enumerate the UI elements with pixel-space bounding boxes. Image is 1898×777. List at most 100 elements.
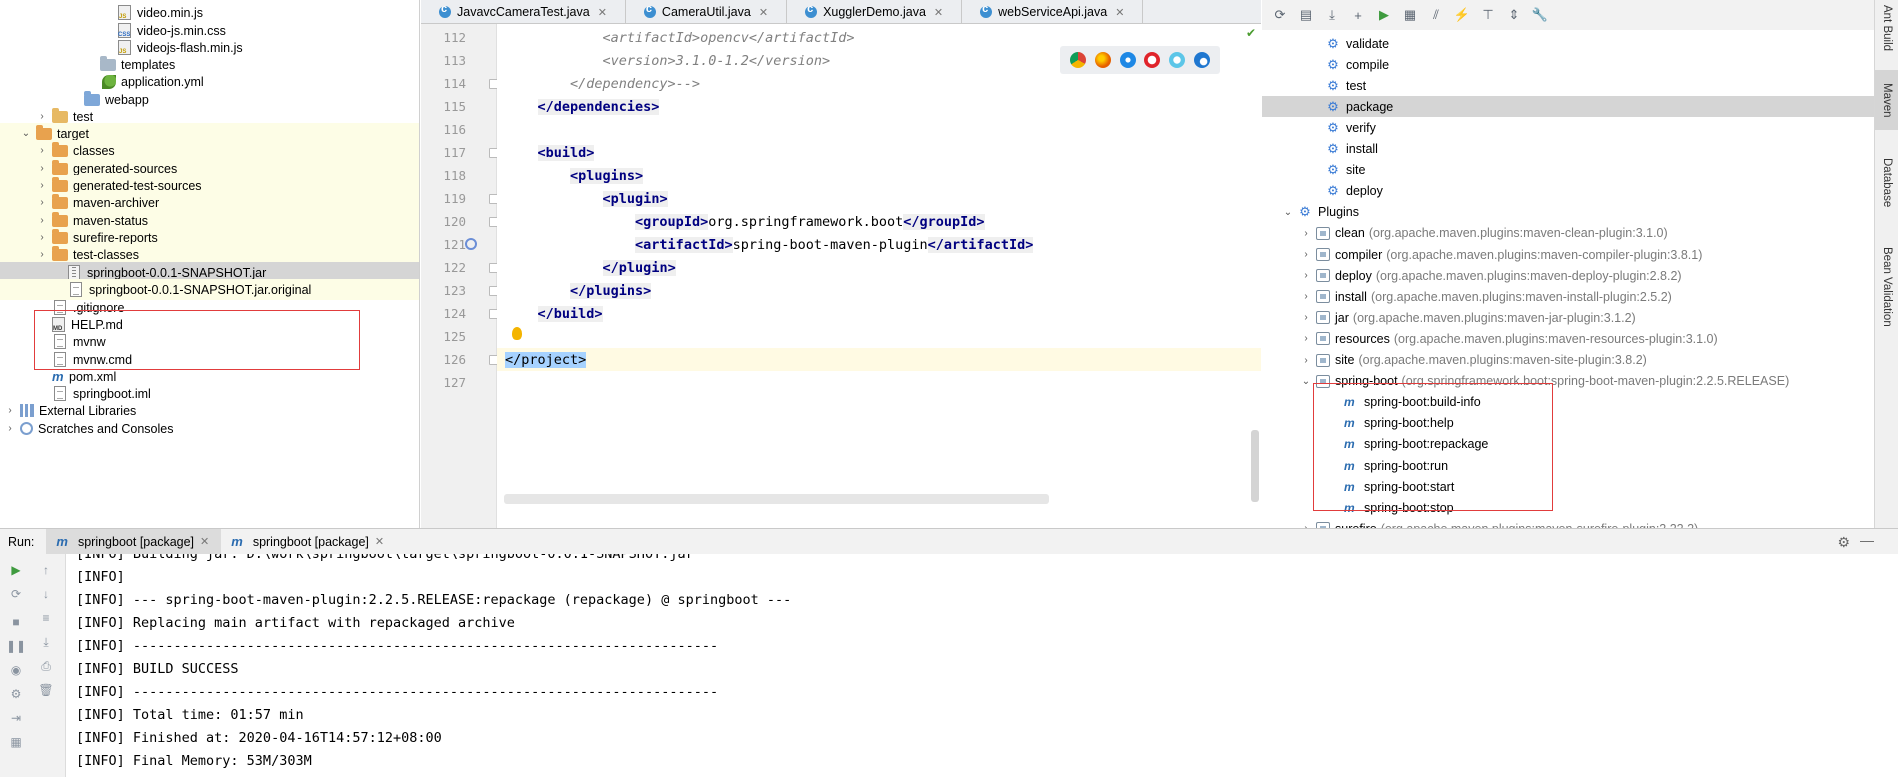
run-configuration-icon[interactable]: ▦ — [1400, 5, 1420, 25]
spring-bean-gutter-icon[interactable] — [465, 238, 477, 250]
settings-icon[interactable]: ⚙ — [6, 684, 26, 704]
maven-tree-item[interactable]: › install (org.apache.maven.plugins:maven-… — [1262, 286, 1874, 307]
maven-tree-item[interactable]: ⚙ compile — [1262, 54, 1874, 75]
chevron-right-icon[interactable]: › — [36, 180, 48, 192]
soft-wrap-icon[interactable]: ≡ — [36, 608, 56, 628]
maven-tree-item[interactable]: › deploy (org.apache.maven.plugins:maven-d… — [1262, 265, 1874, 286]
chevron-right-icon[interactable]: › — [1300, 312, 1312, 324]
add-icon[interactable]: + — [1348, 5, 1368, 25]
maven-tree-item[interactable]: ⚙ install — [1262, 139, 1874, 160]
chevron-right-icon[interactable]: › — [4, 405, 16, 417]
close-icon[interactable]: ✕ — [759, 6, 768, 19]
download-icon[interactable]: ⤓ — [1322, 5, 1342, 25]
maven-tree-item[interactable]: ⌄ spring-boot (org.springframework.boot:sp… — [1262, 371, 1874, 392]
settings-wrench-icon[interactable]: 🔧 — [1530, 5, 1550, 25]
console-output[interactable]: [INFO] Building jar: D:\work\springboot\… — [66, 554, 1898, 777]
firefox-icon[interactable] — [1094, 52, 1111, 68]
chevron-right-icon[interactable]: › — [1300, 291, 1312, 303]
print-icon[interactable]: ⎙ — [36, 656, 56, 676]
chrome-icon[interactable] — [1070, 52, 1087, 68]
maven-tree-item[interactable]: ⚙ site — [1262, 160, 1874, 181]
chevron-right-icon[interactable]: › — [36, 145, 48, 157]
code-editor[interactable]: <artifactId>opencv</artifactId> <version… — [497, 24, 1261, 528]
editor-vertical-scrollbar[interactable] — [1251, 430, 1259, 502]
bean-validation-tab[interactable]: Bean Validation — [1875, 232, 1898, 342]
close-icon[interactable]: ✕ — [934, 6, 943, 19]
maven-tab[interactable]: Maven — [1875, 70, 1898, 130]
close-icon[interactable]: ✕ — [375, 535, 384, 548]
chevron-right-icon[interactable]: › — [36, 111, 48, 123]
maven-tree-item[interactable]: › jar (org.apache.maven.plugins:maven-jar-… — [1262, 307, 1874, 328]
maven-tree-item[interactable]: ⚙ package — [1262, 96, 1874, 118]
maven-tree-item[interactable]: ⌄ ⚙ Plugins — [1262, 202, 1874, 223]
maven-tree-item[interactable]: m spring-boot:repackage — [1262, 434, 1874, 455]
editor-tab[interactable]: XugglerDemo.java ✕ — [787, 0, 963, 24]
intention-bulb-icon[interactable] — [512, 327, 522, 340]
chevron-right-icon[interactable]: › — [36, 215, 48, 227]
database-tab[interactable]: Database — [1875, 148, 1898, 218]
layout-icon[interactable]: ▦ — [6, 732, 26, 752]
close-icon[interactable]: ✕ — [200, 535, 209, 548]
minimize-icon[interactable]: — — [1860, 532, 1874, 548]
rerun-failed-icon[interactable]: ⟳ — [6, 584, 26, 604]
edge-icon[interactable] — [1193, 52, 1210, 68]
opera-icon[interactable] — [1144, 52, 1161, 68]
scroll-up-icon[interactable]: ↑ — [36, 560, 56, 580]
chevron-right-icon[interactable]: › — [1300, 333, 1312, 345]
trash-icon[interactable]: 🗑 — [36, 680, 56, 700]
maven-tree-item[interactable]: ⚙ verify — [1262, 117, 1874, 138]
rerun-icon[interactable]: ▶ — [6, 560, 26, 580]
close-icon[interactable]: ✕ — [1115, 6, 1124, 19]
maven-tree-item[interactable]: m spring-boot:stop — [1262, 497, 1874, 518]
ie-icon[interactable] — [1168, 52, 1185, 68]
editor-horizontal-scrollbar[interactable] — [504, 494, 1049, 504]
run-tab-2[interactable]: m springboot [package] ✕ — [221, 529, 396, 555]
chevron-down-icon[interactable]: ⌄ — [1282, 206, 1294, 218]
chevron-right-icon[interactable]: › — [36, 249, 48, 261]
skip-tests-icon[interactable]: ⚡ — [1452, 5, 1472, 25]
chevron-right-icon[interactable]: › — [36, 197, 48, 209]
maven-tree-item[interactable]: › clean (org.apache.maven.plugins:maven-cl… — [1262, 223, 1874, 244]
reload-icon[interactable]: ⟳ — [1270, 5, 1290, 25]
run-icon[interactable]: ▶ — [1374, 5, 1394, 25]
chevron-right-icon[interactable]: › — [1300, 270, 1312, 282]
stop-icon[interactable]: ■ — [6, 612, 26, 632]
collapse-all-icon[interactable]: ⇕ — [1504, 5, 1524, 25]
maven-tree-item[interactable]: ⚙ validate — [1262, 33, 1874, 54]
maven-tree-item[interactable]: m spring-boot:run — [1262, 455, 1874, 476]
maven-tree-item[interactable]: m spring-boot:start — [1262, 476, 1874, 497]
editor-tab[interactable]: JavavcCameraTest.java ✕ — [421, 0, 626, 24]
gear-icon[interactable]: ⚙ — [1837, 534, 1850, 551]
add-folder-icon[interactable]: ▤ — [1296, 5, 1316, 25]
scroll-to-end-icon[interactable]: ⤓ — [36, 632, 56, 652]
maven-tree-item[interactable]: › site (org.apache.maven.plugins:maven-sit… — [1262, 350, 1874, 371]
maven-tree-item[interactable]: m spring-boot:help — [1262, 413, 1874, 434]
chevron-down-icon[interactable]: ⌄ — [20, 128, 32, 140]
pause-icon[interactable]: ❚❚ — [6, 636, 26, 656]
chevron-right-icon[interactable]: › — [4, 423, 16, 435]
exit-icon[interactable]: ⇥ — [6, 708, 26, 728]
camera-icon[interactable]: ◉ — [6, 660, 26, 680]
toggle-offline-icon[interactable]: ⫽ — [1426, 5, 1446, 25]
maven-tree-item[interactable]: ⚙ deploy — [1262, 181, 1874, 202]
maven-tree-item[interactable]: › resources (org.apache.maven.plugins:mave… — [1262, 328, 1874, 349]
run-tab-1[interactable]: m springboot [package] ✕ — [46, 528, 222, 555]
editor-tab[interactable]: webServiceApi.java ✕ — [962, 0, 1144, 24]
chevron-right-icon[interactable]: › — [36, 232, 48, 244]
ant-build-tab[interactable]: Ant Build — [1875, 4, 1898, 52]
chevron-right-icon[interactable]: › — [1300, 354, 1312, 366]
chevron-right-icon[interactable]: › — [36, 163, 48, 175]
editor-tab[interactable]: CameraUtil.java ✕ — [626, 0, 788, 24]
maven-tree-item[interactable]: m spring-boot:build-info — [1262, 392, 1874, 413]
maven-tree-item[interactable]: ›surefire(org.apache.maven.plugins:maven… — [1262, 518, 1874, 528]
show-dependencies-icon[interactable]: ⊤ — [1478, 5, 1498, 25]
chevron-right-icon[interactable]: › — [1300, 249, 1312, 261]
maven-tree-item[interactable]: › compiler (org.apache.maven.plugins:maven… — [1262, 244, 1874, 265]
chevron-down-icon[interactable]: ⌄ — [1300, 375, 1312, 387]
safari-icon[interactable] — [1119, 52, 1136, 68]
tree-item[interactable]: › Scratches and Consoles — [0, 418, 419, 439]
close-icon[interactable]: ✕ — [598, 6, 607, 19]
chevron-right-icon[interactable]: › — [1300, 227, 1312, 239]
maven-tree-item[interactable]: ⚙ test — [1262, 75, 1874, 96]
scroll-down-icon[interactable]: ↓ — [36, 584, 56, 604]
